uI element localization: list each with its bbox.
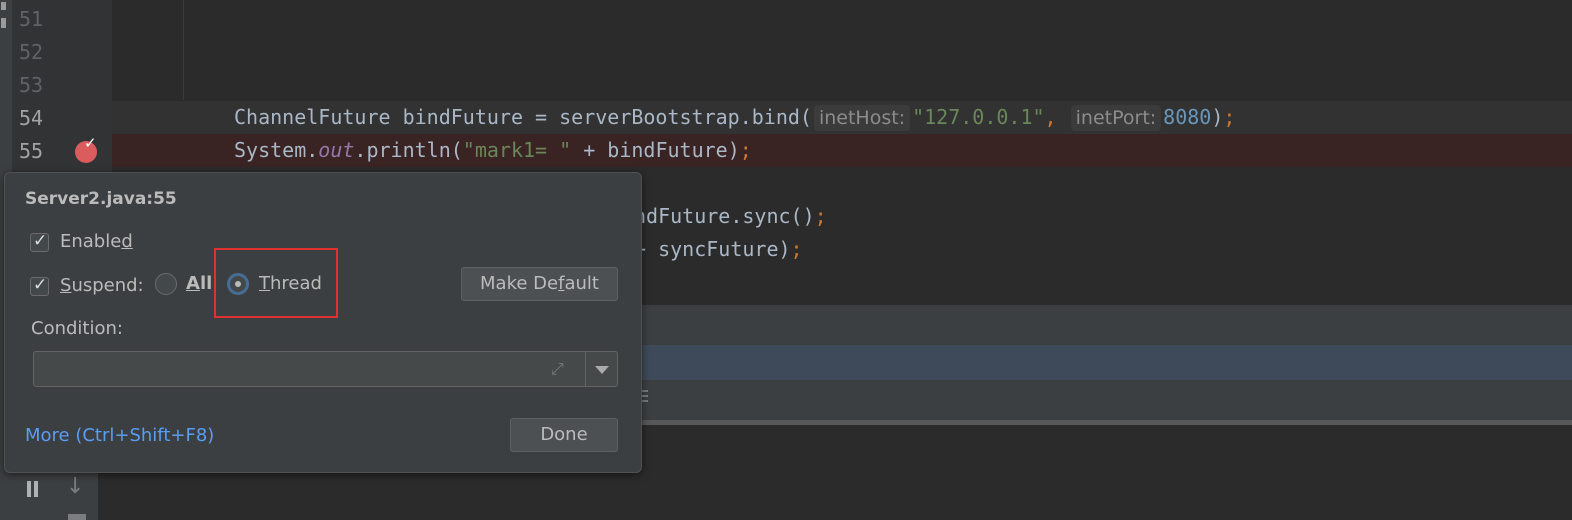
code-string: "127.0.0.1" [912,105,1045,129]
suspend-all-text: ll [199,273,213,294]
done-button[interactable]: Done [510,418,618,452]
annotation-highlight-box [214,248,338,318]
suspend-checkbox[interactable] [30,275,49,296]
suspend-all-label[interactable]: All [186,273,212,294]
suspend-label-mnemonic: S [60,275,72,296]
code-semicolon: ; [790,237,803,261]
code-text: + bindFuture) [571,138,740,162]
enabled-checkbox[interactable] [30,231,49,252]
tool-window-icon[interactable] [0,0,7,30]
code-text: ndFuture.sync() [634,204,815,228]
debug-toolbar [560,305,1572,345]
debug-panel-header [560,380,1572,420]
code-text: ChannelFuture bindFuture = serverBootstr… [234,105,812,129]
code-semicolon: ; [739,138,752,162]
code-string: "mark1= " [462,138,572,162]
popup-title: Server2.java:55 [25,189,177,209]
condition-history-dropdown[interactable] [585,351,618,387]
code-line-54[interactable]: ChannelFuture bindFuture = serverBootstr… [234,101,1235,134]
param-hint-inetport: inetPort: [1070,105,1162,131]
param-hint-inethost: inetHost: [813,105,911,131]
condition-label: Condition: [31,318,123,339]
enabled-label[interactable]: Enabled [60,231,133,252]
breakpoint-properties-popup: Server2.java:55 Enabled Suspend: All Thr… [4,172,642,473]
arrow-down-icon[interactable]: ↓ [66,476,84,498]
code-text: + syncFuture) [634,237,791,261]
code-line-57[interactable]: ndFuture.sync(); [634,200,827,233]
make-default-text: Make De [480,273,559,294]
code-comma: , [1044,105,1069,129]
code-semicolon: ; [1223,105,1236,129]
code-semicolon: ; [814,204,827,228]
code-text: ) [1211,105,1224,129]
make-default-text-end: ault [564,273,599,294]
ide-window: 51 52 53 54 55 ✓ ChannelFuture bindFutur… [0,0,1572,520]
more-link[interactable]: More (Ctrl+Shift+F8) [25,425,214,446]
checkmark-icon: ✓ [84,134,97,152]
code-line-55[interactable]: System.out.println("mark1= " + bindFutur… [234,134,752,167]
enabled-label-mnemonic: d [121,231,133,252]
code-number: 8080 [1163,105,1212,129]
code-text: System. [234,138,319,162]
line-number: 54 [19,106,44,130]
code-line-58[interactable]: + syncFuture); [634,233,803,266]
stop-icon[interactable] [68,514,86,520]
enabled-label-text: Enable [60,231,122,252]
suspend-label[interactable]: Suspend: [60,275,144,296]
suspend-all-mnemonic: A [186,273,200,294]
code-text: .println( [354,138,463,162]
code-static-field: out [318,138,355,162]
pause-icon[interactable] [26,481,40,497]
indent-guide [183,0,184,100]
condition-input[interactable]: ⤢ [33,351,586,387]
line-number: 52 [19,40,44,64]
debug-side-toolbar [12,470,98,520]
breakpoint-icon[interactable]: ✓ [74,134,98,163]
suspend-all-radio[interactable] [155,273,177,295]
line-number: 55 [19,139,44,163]
line-number: 53 [19,73,44,97]
line-number: 51 [19,7,44,31]
selected-frame-row[interactable] [560,345,1572,380]
suspend-label-text: uspend: [71,275,144,296]
expand-icon[interactable]: ⤢ [551,359,571,379]
make-default-button[interactable]: Make Default [461,267,618,301]
